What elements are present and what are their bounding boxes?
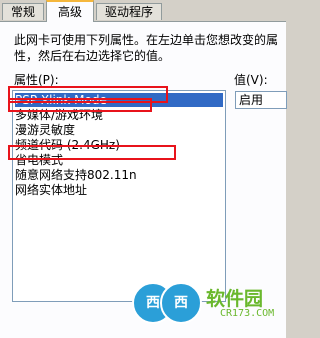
tab-driver[interactable]: 驱动程序 xyxy=(96,3,162,20)
value-dropdown[interactable]: 启用 xyxy=(235,91,287,109)
tab-strip: 常规 高级 驱动程序 xyxy=(0,0,286,22)
watermark-logo: 西 西 软件园 CR173.COM xyxy=(122,282,286,326)
description-text: 此网卡可使用下列属性。在左边单击您想改变的属性，然后在右边选择它的值。 xyxy=(14,33,279,63)
tab-general[interactable]: 常规 xyxy=(2,3,44,20)
tab-advanced[interactable]: 高级 xyxy=(46,0,94,22)
property-list[interactable]: PSP Xlink Mode 多媒体/游戏环境 漫游灵敏度 频道代码 (2.4G… xyxy=(12,90,226,302)
watermark-url: CR173.COM xyxy=(220,308,275,319)
watermark-brand: 软件园 xyxy=(206,288,264,310)
list-item-roaming[interactable]: 漫游灵敏度 xyxy=(15,123,75,137)
list-item-adhoc-80211n[interactable]: 随意网络支持802.11n xyxy=(15,168,137,182)
annotation-box-multimedia xyxy=(8,98,152,112)
watermark-circle: 西 xyxy=(160,282,202,324)
value-label: 值(V): xyxy=(234,73,268,87)
annotation-box-adhoc xyxy=(8,145,176,160)
list-item-mac-address[interactable]: 网络实体地址 xyxy=(15,183,87,197)
